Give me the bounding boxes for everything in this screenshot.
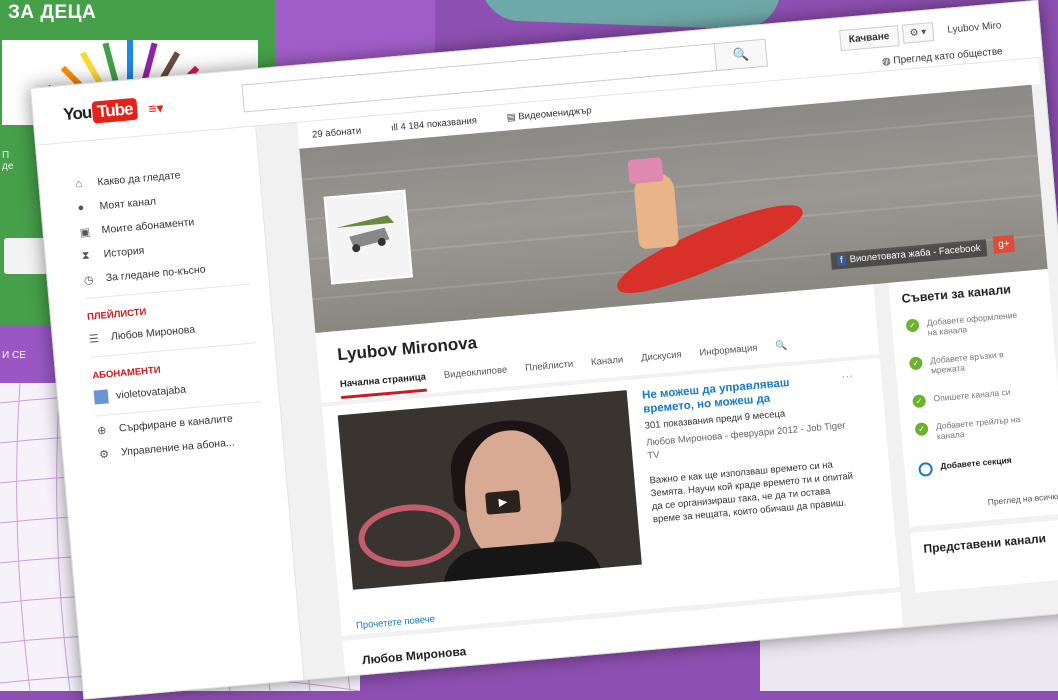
read-more-link[interactable]: Прочетете повече xyxy=(356,614,436,632)
tip-label: Добавете връзки в мрежата xyxy=(929,349,1004,376)
google-plus-icon[interactable]: g+ xyxy=(992,234,1016,254)
check-icon: ✓ xyxy=(914,422,929,437)
tip-label: Добавете оформление на канала xyxy=(926,309,1018,338)
background-green-title: ЗА ДЕЦА xyxy=(8,2,97,23)
sidebar-item-label: Моите абонаменти xyxy=(101,216,195,237)
watch-later-icon: ◷ xyxy=(83,273,95,287)
background-green-text: Пде xyxy=(2,150,14,172)
tip-item[interactable]: ✓ Добавете връзки в мрежата xyxy=(908,347,1030,377)
user-icon: ● xyxy=(77,201,85,215)
facebook-icon: f xyxy=(836,254,847,267)
avatar xyxy=(93,389,109,405)
tip-label: Добавете трейлър на канала xyxy=(935,413,1021,442)
video-description: Важно е как ще използваш времето си на З… xyxy=(649,459,854,526)
sidebar-item-label: violetovatajaba xyxy=(115,383,187,402)
tip-item[interactable]: ✓ Добавете трейлър на канала xyxy=(914,413,1036,443)
sidebar: ⌂ Какво да гледате ● Моят канал ▣ Моите або… xyxy=(36,126,306,700)
tip-label: Опишете канала си xyxy=(933,386,1011,404)
tab-playlists[interactable]: Плейлисти xyxy=(525,359,575,383)
sidebar-item-label: Любов Миронова xyxy=(110,323,196,343)
view-count: ıll 4 184 показвания xyxy=(391,115,478,133)
search-icon[interactable]: 🔍 xyxy=(775,340,789,361)
check-icon: ✓ xyxy=(912,394,927,409)
sidebar-item-label: Моят канал xyxy=(99,195,157,213)
channel-tips-panel: Съвети за канали ✓ Добавете оформление на… xyxy=(888,268,1058,528)
circle-icon xyxy=(918,461,934,477)
channel-title: Lyubov Mironova xyxy=(336,333,478,365)
tab-home[interactable]: Начална страница xyxy=(339,371,428,400)
gear-icon: ⚙ xyxy=(98,448,110,461)
logo-you-text: You xyxy=(62,102,93,125)
view-all-link[interactable]: Преглед на всички xyxy=(987,491,1058,507)
check-icon: ✓ xyxy=(908,356,923,371)
plus-circle-icon: ⊕ xyxy=(96,424,107,437)
video-manager-link[interactable]: ▤ Видеомениджър xyxy=(506,105,592,123)
subscriptions-icon: ▣ xyxy=(79,225,91,239)
subscriber-count[interactable]: 29 абонати xyxy=(312,125,362,140)
channel-main: 29 абонати ıll 4 184 показвания ▤ Видеом… xyxy=(297,58,1058,700)
video-thumbnail[interactable]: ▶ xyxy=(337,390,642,590)
settings-button[interactable]: ⚙ ▾ xyxy=(901,22,935,44)
background-sign xyxy=(355,500,463,571)
globe-icon: ◍ xyxy=(881,55,894,68)
channel-avatar[interactable] xyxy=(323,189,413,285)
tab-channels[interactable]: Канали xyxy=(591,354,625,377)
guide-menu-icon[interactable]: ≡▾ xyxy=(148,99,165,117)
video-manager-label: Видеомениджър xyxy=(517,104,592,123)
tab-discussion[interactable]: Дискусия xyxy=(641,349,683,372)
view-count-label: 4 184 показвания xyxy=(400,114,478,133)
tips-title: Съвети за канали xyxy=(901,282,1012,306)
youtube-logo[interactable]: You Tube xyxy=(62,97,139,126)
section-title[interactable]: Любов Миронова xyxy=(362,644,467,667)
user-name[interactable]: Lyubov Miro xyxy=(947,20,1002,36)
featured-channels-panel: Представени канали xyxy=(910,519,1058,593)
tip-label: Добавете секция xyxy=(939,454,1013,472)
more-options-icon[interactable]: ··· xyxy=(841,368,854,383)
featured-channels-title: Представени канали xyxy=(922,531,1047,556)
featured-video-section: ▶ ··· Не можеш да управляваш времето, но… xyxy=(321,357,900,636)
tip-item[interactable]: ✓ Добавете оформление на канала xyxy=(905,309,1027,339)
hang-glider-icon xyxy=(336,215,395,253)
list-icon: ☰ xyxy=(88,332,100,346)
sidebar-item-label: За гледане по-късно xyxy=(105,263,207,285)
sidebar-item-label: Управление на абона... xyxy=(120,436,236,459)
sidebar-item-label: История xyxy=(103,244,145,261)
home-icon: ⌂ xyxy=(75,177,83,191)
bucket-hat xyxy=(627,157,664,185)
youtube-screenshot-card: You Tube ≡▾ 🔍 Качване ⚙ ▾ Lyubov Miro ◍ … xyxy=(30,0,1058,700)
background-purple-text: И СЕ xyxy=(2,350,26,361)
video-manager-icon: ▤ xyxy=(506,111,519,124)
history-icon: ⧗ xyxy=(81,248,91,262)
tab-about[interactable]: Информация xyxy=(699,343,759,368)
search-icon: 🔍 xyxy=(732,46,750,63)
facebook-link[interactable]: f Виолетовата жаба - Facebook xyxy=(830,239,988,270)
search-button[interactable]: 🔍 xyxy=(713,38,768,72)
upload-button[interactable]: Качване xyxy=(839,25,900,52)
check-icon: ✓ xyxy=(905,318,920,333)
video-title[interactable]: Не можеш да управляваш времето, но можеш… xyxy=(642,372,834,416)
facebook-link-label: Виолетовата жаба - Facebook xyxy=(849,242,981,266)
sidebar-item-label: Какво да гледате xyxy=(96,169,181,189)
person-suit xyxy=(440,538,603,590)
logo-tube-text: Tube xyxy=(91,97,139,124)
tab-videos[interactable]: Видеоклипове xyxy=(443,365,508,390)
play-icon[interactable]: ▶ xyxy=(485,489,521,515)
tip-item[interactable]: ✓ Опишете канала си xyxy=(912,385,1033,409)
tip-item[interactable]: Добавете секция xyxy=(918,453,1039,477)
